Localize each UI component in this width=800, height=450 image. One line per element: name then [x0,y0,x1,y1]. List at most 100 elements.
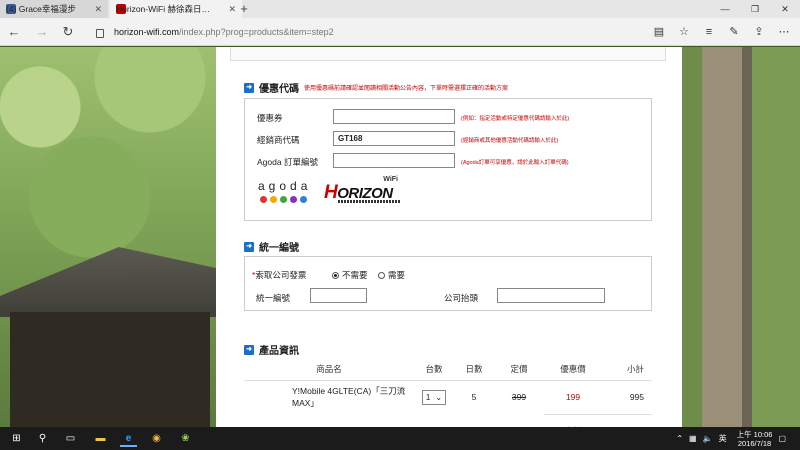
address-bar: ← → ↻ horizon-wifi.com /index.php?prog=p… [0,18,800,46]
section-title-text: 統一編號 [259,243,299,254]
table-header-row: 商品名 台數 日數 定價 優惠價 小計 [244,358,652,381]
task-view-icon[interactable]: ▭ [62,430,79,447]
edge-browser-icon[interactable]: e [120,430,137,447]
tab-bar: (4) Grace幸福漫步 ✕ Horizon-WiFi 赫徐森日… ✕ + —… [0,0,800,18]
search-icon[interactable]: ⚲ [34,430,51,447]
coupon-note: 使用優惠碼前請確認並閱讀相關活動公告內容，下單時需選擇正確的活動方案 [304,86,509,92]
agoda-dot [290,196,297,203]
subtotal-value: 995 [602,413,652,427]
invoice-question: *索取公司發票 [252,269,306,281]
subtotal-label: 小計 [544,413,602,427]
col-header-qty: 台數 [414,358,454,381]
agoda-order-input[interactable] [333,153,455,168]
agoda-logo: agoda [258,179,312,193]
invoice-no-radio[interactable]: 不需要 [332,269,368,281]
chrome-icon[interactable]: ◉ [148,430,165,447]
close-tab-icon[interactable]: ✕ [94,4,102,15]
clock-time: 上午 10:06 [736,429,773,439]
radio-label: 不需要 [342,270,368,280]
start-windows-icon[interactable]: ⊞ [8,430,25,447]
tab-horizon[interactable]: Horizon-WiFi 赫徐森日… ✕ [110,0,242,18]
order-form-page: ➜ 優惠代碼 使用優惠碼前請確認並閱讀相關活動公告內容，下單時需選擇正確的活動方… [216,47,682,427]
file-explorer-icon[interactable]: ▬ [92,430,109,447]
tray-up-arrow-icon[interactable]: ⌃ [676,434,683,443]
more-icon[interactable]: ⋯ [776,24,792,40]
company-title-input[interactable] [497,288,605,303]
product-section-title: ➜ 產品資訊 [244,342,299,357]
radio-selected-icon [332,271,339,279]
tax-id-input[interactable] [310,288,367,303]
clock[interactable]: 上午 10:06 2016/7/18 [737,430,773,448]
coupon-label: 優惠券 [257,113,283,123]
subtotal-cell: 995 [629,392,644,402]
section-title-text: 產品資訊 [259,346,299,357]
reading-view-icon[interactable]: ▤ [651,24,667,40]
dealer-code-input[interactable]: GT168 [333,131,455,146]
coupon-hint: (例如：指定活動或特定優惠代碼請輸入於此) [461,116,570,122]
horizon-wifi-logo: WiFi HORIZON [324,176,404,206]
sale-price-cell: 199 [565,392,581,402]
invoice-yes-radio[interactable]: 需要 [378,269,405,281]
tab-label: (4) Grace幸福漫步 [6,4,76,14]
days-cell: 5 [471,392,477,403]
invoice-section-title: ➜ 統一編號 [244,239,299,254]
notifications-icon[interactable]: ▢ [778,434,786,443]
section-arrow-icon: ➜ [244,241,254,252]
web-note-icon[interactable]: ✎ [726,24,742,40]
url-field[interactable]: horizon-wifi.com /index.php?prog=product… [96,24,596,40]
forward-icon[interactable]: → [34,24,50,40]
col-header-list-price: 定價 [494,358,544,381]
section-title-text: 優惠代碼 [259,84,299,95]
agoda-dot [270,196,277,203]
tree-trunk-right [682,47,800,427]
qty-select[interactable]: 1 ⌄ [421,389,447,405]
subtotal-row: 小計 995 [244,413,652,427]
list-price-cell: 399 [511,392,527,403]
window-controls: — ❐ ✕ [710,0,800,18]
section-arrow-icon: ➜ [244,82,254,93]
minimize-icon[interactable]: — [710,0,740,18]
coupon-section-title: ➜ 優惠代碼 使用優惠碼前請確認並閱讀相關活動公告內容，下單時需選擇正確的活動方… [244,80,508,95]
new-tab-button[interactable]: + [236,1,252,17]
back-icon[interactable]: ← [6,24,22,40]
url-path: /index.php?prog=products&item=step2 [179,27,334,37]
chevron-down-icon: ⌄ [435,392,443,402]
clock-date: 2016/7/18 [737,438,772,448]
invoice-question-text: 索取公司發票 [255,270,307,280]
volume-icon[interactable]: 🔈 [703,434,713,443]
system-tray: ⌃ ▦ 🔈 英 上午 10:06 2016/7/18 ▢ [676,427,786,450]
radio-label: 需要 [388,270,406,280]
restore-icon[interactable]: ❐ [740,0,770,18]
close-tab-icon[interactable]: ✕ [228,4,236,15]
dealer-code-hint: (經銷商或其他優惠活動代碼請輸入於此) [461,138,559,144]
tab-grace[interactable]: (4) Grace幸福漫步 ✕ [0,0,108,18]
previous-section-bottom [230,47,666,61]
horizon-tagline-pattern [338,200,400,203]
browser-tools: ▤ ☆ ≡ ✎ ⇪ ⋯ [651,24,792,40]
agoda-order-label: Agoda 訂單編號 [257,157,318,167]
col-header-name: 商品名 [244,358,414,381]
horizon-h-letter: H [324,182,338,203]
share-icon[interactable]: ⇪ [751,24,767,40]
agoda-dot [300,196,307,203]
agoda-dot [280,196,287,203]
coupon-input[interactable] [333,109,455,124]
product-name: Y!Mobile 4GLTE(CA)「三刀流MAX」 [292,386,406,409]
qty-value: 1 [425,392,431,402]
close-window-icon[interactable]: ✕ [770,0,800,18]
temple-hall [10,312,210,427]
dealer-code-label: 經銷商代碼 [257,135,300,145]
agoda-dot [260,196,267,203]
refresh-icon[interactable]: ↻ [60,24,76,40]
tax-id-label: 統一編號 [256,293,291,303]
favorite-star-icon[interactable]: ☆ [676,24,692,40]
network-icon[interactable]: ▦ [689,434,697,443]
table-row: Y!Mobile 4GLTE(CA)「三刀流MAX」 1 ⌄ 5 399 199 … [244,380,652,414]
hub-icon[interactable]: ≡ [701,24,717,40]
lock-icon [96,28,104,38]
app-icon[interactable]: ❀ [177,430,194,447]
input-method-icon[interactable]: 英 [719,433,727,444]
section-arrow-icon: ➜ [244,344,254,355]
col-header-subtotal: 小計 [602,358,652,381]
company-title-label: 公司抬頭 [444,293,479,303]
